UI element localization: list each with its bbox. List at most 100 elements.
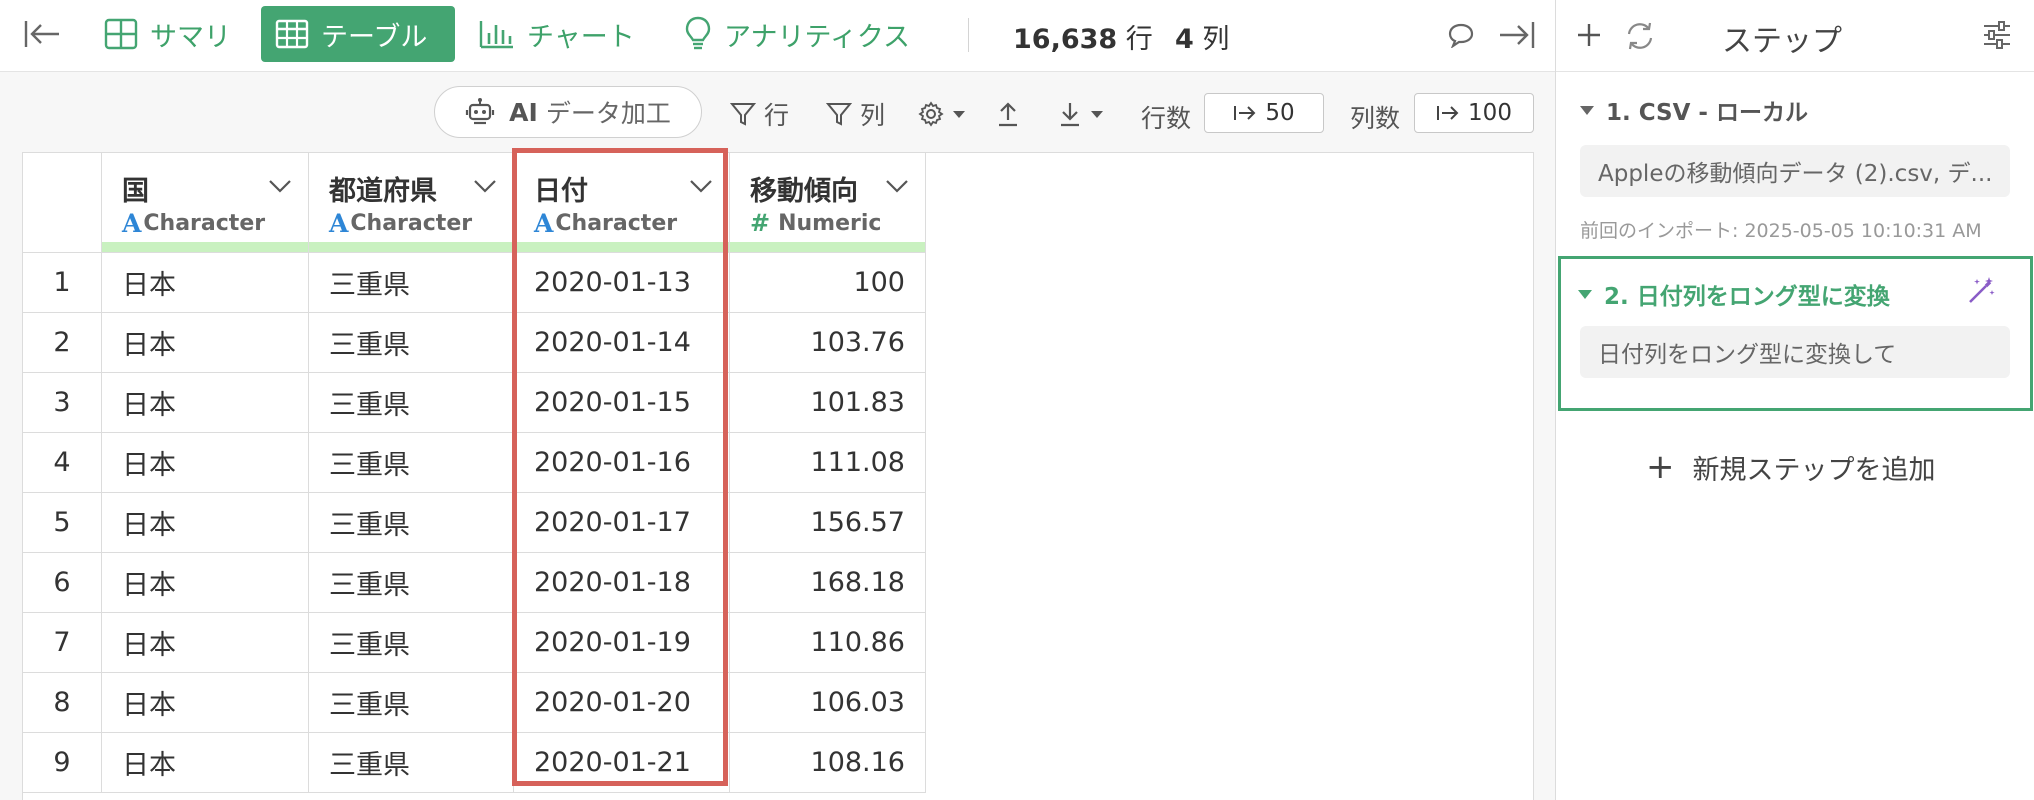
column-quality-bar [514,242,729,252]
cell-country[interactable]: 日本 [101,612,309,673]
row-number: 3 [22,372,102,433]
tab-table[interactable]: テーブル [261,6,455,62]
row-number: 4 [22,432,102,493]
cell-mobility[interactable]: 111.08 [729,432,926,493]
cell-date[interactable]: 2020-01-13 [513,252,730,313]
cell-prefecture[interactable]: 三重県 [308,552,514,613]
chevron-down-icon[interactable] [268,179,292,193]
rows-limit-input[interactable]: 50 [1204,93,1324,133]
cell-country[interactable]: 日本 [101,492,309,553]
row-number: 8 [22,672,102,733]
tab-chart[interactable]: チャート [465,6,649,62]
cell-mobility[interactable]: 103.76 [729,312,926,373]
chevron-down-icon[interactable] [689,179,713,193]
data-table: 国 A Character 都道府県 A Character 日付 A Charact… [22,152,926,793]
cell-prefecture[interactable]: 三重県 [308,492,514,553]
download-menu-button[interactable] [1058,94,1112,134]
collapse-right-icon[interactable] [1496,16,1538,54]
column-type: # Numeric [750,209,881,237]
ai-data-processing-button[interactable]: AI データ加工 [434,86,702,138]
cell-prefecture[interactable]: 三重県 [308,672,514,733]
cell-mobility[interactable]: 108.16 [729,732,926,793]
chevron-down-icon[interactable] [885,179,909,193]
lightbulb-icon [685,16,711,50]
filter-columns-button[interactable]: 列 [826,94,885,134]
sliders-settings-icon[interactable] [1978,16,2016,54]
cell-prefecture[interactable]: 三重県 [308,252,514,313]
add-new-step-button[interactable]: + 新規ステップを追加 [1646,447,1936,487]
cell-prefecture[interactable]: 三重県 [308,732,514,793]
column-header-country[interactable]: 国 A Character [101,152,309,253]
step-2-header[interactable]: 2. 日付列をロング型に変換 [1578,277,1890,311]
magic-wand-icon[interactable] [1964,274,1998,308]
cell-mobility[interactable]: 156.57 [729,492,926,553]
cell-prefecture[interactable]: 三重県 [308,372,514,433]
cell-date[interactable]: 2020-01-20 [513,672,730,733]
cell-country[interactable]: 日本 [101,312,309,373]
cell-country[interactable]: 日本 [101,552,309,613]
numeric-type-icon: # [750,209,771,237]
column-header-mobility[interactable]: 移動傾向 # Numeric [729,152,926,253]
cell-mobility[interactable]: 106.03 [729,672,926,733]
cell-date[interactable]: 2020-01-16 [513,432,730,493]
comment-icon[interactable] [1444,18,1478,52]
add-icon[interactable] [1572,18,1606,52]
cell-mobility[interactable]: 101.83 [729,372,926,433]
arrow-to-right-icon [1437,106,1459,120]
filter-rows-button[interactable]: 行 [730,94,789,134]
cell-country[interactable]: 日本 [101,432,309,493]
cell-mobility[interactable]: 100 [729,252,926,313]
column-header-date[interactable]: 日付 A Character [513,152,730,253]
cell-prefecture[interactable]: 三重県 [308,432,514,493]
column-header-prefecture[interactable]: 都道府県 A Character [308,152,514,253]
tab-chart-label: チャート [527,21,635,53]
step-1-header[interactable]: 1. CSV - ローカル [1580,93,1808,127]
cell-date[interactable]: 2020-01-17 [513,492,730,553]
cell-date[interactable]: 2020-01-19 [513,612,730,673]
cell-date[interactable]: 2020-01-18 [513,552,730,613]
step-1-source-file[interactable]: Appleの移動傾向データ (2).csv, デ... [1580,145,2010,197]
collapse-left-icon[interactable] [18,14,66,54]
tab-analytics[interactable]: アナリティクス [670,6,924,62]
column-name: 日付 [534,176,588,207]
table-row: 6 日本 三重県 2020-01-18 168.18 [22,552,926,613]
cell-date[interactable]: 2020-01-21 [513,732,730,793]
row-count: 16,638 行 [1013,17,1153,56]
refresh-icon[interactable] [1622,18,1658,54]
cell-mobility[interactable]: 110.86 [729,612,926,673]
table-row: 1 日本 三重県 2020-01-13 100 [22,252,926,313]
cell-date[interactable]: 2020-01-14 [513,312,730,373]
data-grid-area: 国 A Character 都道府県 A Character 日付 A Charact… [0,152,1555,800]
row-number: 2 [22,312,102,373]
column-count-unit: 列 [1202,24,1230,55]
bar-chart-icon [479,21,513,49]
cell-date[interactable]: 2020-01-15 [513,372,730,433]
column-name: 移動傾向 [750,176,858,207]
cell-prefecture[interactable]: 三重県 [308,312,514,373]
step-2-prompt-text: 日付列をロング型に変換して [1598,342,1897,368]
step-2-title: 2. 日付列をロング型に変換 [1604,284,1890,310]
chevron-down-icon[interactable] [473,179,497,193]
upload-button[interactable] [996,94,1028,134]
tab-summary[interactable]: サマリ [90,6,245,62]
cell-prefecture[interactable]: 三重県 [308,612,514,673]
cell-country[interactable]: 日本 [101,372,309,433]
column-type-label: Numeric [778,210,882,236]
download-icon [1061,103,1079,127]
cell-country[interactable]: 日本 [101,732,309,793]
upload-icon [999,102,1017,127]
filter-icon [730,103,756,126]
settings-menu-button[interactable] [918,94,974,134]
cell-mobility[interactable]: 168.18 [729,552,926,613]
column-name: 国 [122,176,149,207]
robot-icon [466,98,495,125]
cell-country[interactable]: 日本 [101,252,309,313]
table-row: 5 日本 三重県 2020-01-17 156.57 [22,492,926,553]
row-number: 1 [22,252,102,313]
cell-country[interactable]: 日本 [101,672,309,733]
columns-limit-input[interactable]: 100 [1414,93,1534,133]
columns-limit-label: 列数 [1350,104,1401,133]
table-row: 4 日本 三重県 2020-01-16 111.08 [22,432,926,493]
step-2-prompt[interactable]: 日付列をロング型に変換して [1580,326,2010,378]
column-type: A Character [122,209,265,238]
